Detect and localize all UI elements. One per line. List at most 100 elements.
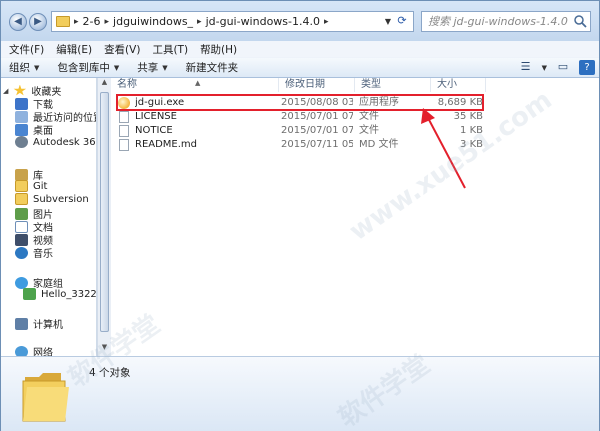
share-button[interactable]: 共享 ▼ xyxy=(137,60,167,75)
folder-icon xyxy=(15,193,28,205)
folder-icon xyxy=(15,180,28,192)
column-header-size[interactable]: 大小 xyxy=(431,78,486,92)
column-header-date[interactable]: 修改日期 xyxy=(279,78,355,92)
file-name: NOTICE xyxy=(135,125,173,136)
chevron-right-icon[interactable]: ▸ xyxy=(324,17,329,27)
navigation-pane: ◢ 收藏夹 下载 最近访问的位置 桌面 Autodesk 360 库 Git S… xyxy=(1,78,97,356)
chevron-down-icon: ▼ xyxy=(162,63,168,72)
back-button[interactable]: ◀ xyxy=(9,13,27,31)
breadcrumb-item[interactable]: jdguiwindows_ xyxy=(113,15,193,28)
menu-edit[interactable]: 编辑(E) xyxy=(56,42,92,57)
file-name: README.md xyxy=(135,139,198,150)
scrollbar-thumb[interactable] xyxy=(100,92,109,332)
library-icon xyxy=(15,168,28,181)
chevron-down-icon: ▼ xyxy=(113,63,120,72)
forward-button[interactable]: ▶ xyxy=(29,13,47,31)
sidebar-item-subversion[interactable]: Subversion xyxy=(15,193,89,205)
chevron-right-icon: ▸ xyxy=(74,16,79,27)
column-header-type[interactable]: 类型 xyxy=(355,78,431,92)
sidebar-scrollbar[interactable]: ▲ ▼ xyxy=(97,78,111,356)
menu-file[interactable]: 文件(F) xyxy=(9,42,44,57)
chevron-down-icon: ◢ xyxy=(3,86,9,95)
address-bar-row: ◀ ▶ ▸ 2-6 ▸ jdguiwindows_ ▸ jd-gui-windo… xyxy=(1,1,599,41)
column-header-label: 名称 xyxy=(117,79,137,90)
sidebar-item-label: Hello_3322 (HEL xyxy=(41,288,97,300)
scroll-up-icon[interactable]: ▲ xyxy=(98,78,111,91)
menu-help[interactable]: 帮助(H) xyxy=(200,42,237,57)
file-date: 2015/07/01 07:5... xyxy=(281,111,353,122)
annotation-arrow-icon xyxy=(421,108,466,189)
search-input[interactable]: 搜索 jd-gui-windows-1.4.0 xyxy=(421,11,591,32)
file-date: 2015/07/01 07:5... xyxy=(281,125,353,136)
sort-arrow-icon: ▲ xyxy=(195,79,201,87)
file-name: LICENSE xyxy=(135,111,177,122)
menu-bar: 文件(F) 编辑(E) 查看(V) 工具(T) 帮助(H) xyxy=(1,41,599,57)
include-library-button[interactable]: 包含到库中 ▼ xyxy=(57,60,119,75)
command-bar: 组织 ▼ 包含到库中 ▼ 共享 ▼ 新建文件夹 ☰ ▼ ▭ ? xyxy=(1,57,599,78)
sidebar-item-label: Subversion xyxy=(33,193,89,205)
recent-places-icon xyxy=(15,110,28,123)
chevron-right-icon[interactable]: ▸ xyxy=(197,17,202,27)
sidebar-item-autodesk[interactable]: Autodesk 360 xyxy=(15,136,97,148)
menu-view[interactable]: 查看(V) xyxy=(104,42,140,57)
computer-icon xyxy=(15,317,28,330)
sidebar-item-music[interactable]: 音乐 xyxy=(15,245,53,260)
chevron-down-icon[interactable]: ▼ xyxy=(542,64,547,72)
sidebar-item-desktop[interactable]: 桌面 xyxy=(15,122,53,137)
address-bar[interactable]: ▸ 2-6 ▸ jdguiwindows_ ▸ jd-gui-windows-1… xyxy=(51,11,414,32)
chevron-down-icon[interactable]: ▼ xyxy=(385,17,391,26)
download-icon xyxy=(15,97,28,110)
file-icon xyxy=(119,139,129,151)
file-icon xyxy=(119,125,129,137)
music-icon xyxy=(15,246,28,259)
star-icon xyxy=(13,84,27,96)
pictures-icon xyxy=(15,207,28,220)
chevron-down-icon: ▼ xyxy=(34,63,40,72)
folder-icon xyxy=(56,16,70,27)
preview-pane-icon[interactable]: ▭ xyxy=(555,60,571,75)
search-icon xyxy=(574,15,587,28)
sidebar-item-label: Autodesk 360 xyxy=(33,136,97,148)
details-pane: 4 个对象 xyxy=(1,356,599,431)
desktop-icon xyxy=(15,123,28,136)
view-controls: ☰ ▼ ▭ ? xyxy=(518,60,595,75)
sidebar-item-network[interactable]: 网络 xyxy=(15,344,53,356)
column-header-name[interactable]: ▲ 名称 xyxy=(111,78,279,92)
file-icon xyxy=(119,111,129,123)
column-header-label: 大小 xyxy=(437,79,457,90)
breadcrumb-item[interactable]: jd-gui-windows-1.4.0 xyxy=(206,15,320,28)
chevron-right-icon[interactable]: ▸ xyxy=(105,17,110,27)
share-label: 共享 xyxy=(137,62,159,74)
new-folder-button[interactable]: 新建文件夹 xyxy=(186,60,239,75)
sidebar-item-label: 网络 xyxy=(33,348,53,356)
videos-icon xyxy=(15,233,28,246)
autodesk-icon xyxy=(15,136,28,148)
organize-button[interactable]: 组织 ▼ xyxy=(9,60,39,75)
sidebar-item-homegroup-user[interactable]: Hello_3322 (HEL xyxy=(23,288,97,300)
homegroup-icon xyxy=(15,276,28,289)
documents-icon xyxy=(15,220,28,233)
view-options-icon[interactable]: ☰ xyxy=(518,60,534,75)
column-header-label: 修改日期 xyxy=(285,79,325,90)
file-list: ▲ 名称 修改日期 类型 大小 jd-gui.exe 2015/08/08 03… xyxy=(111,78,599,356)
help-icon[interactable]: ? xyxy=(579,60,595,75)
organize-label: 组织 xyxy=(9,62,30,74)
scroll-down-icon[interactable]: ▼ xyxy=(98,343,111,356)
new-folder-label: 新建文件夹 xyxy=(185,62,239,74)
column-header-label: 类型 xyxy=(361,79,381,90)
sidebar-item-git[interactable]: Git xyxy=(15,180,47,192)
sidebar-item-label: Git xyxy=(33,180,48,192)
item-count: 4 个对象 xyxy=(89,367,131,379)
breadcrumb-item[interactable]: 2-6 xyxy=(83,15,101,28)
search-placeholder: 搜索 jd-gui-windows-1.4.0 xyxy=(428,15,568,28)
menu-tools[interactable]: 工具(T) xyxy=(152,42,188,57)
include-library-label: 包含到库中 xyxy=(57,62,110,74)
user-icon xyxy=(23,288,36,300)
network-icon xyxy=(15,345,28,356)
explorer-window: ◀ ▶ ▸ 2-6 ▸ jdguiwindows_ ▸ jd-gui-windo… xyxy=(0,0,600,431)
sidebar-item-label: 音乐 xyxy=(33,249,53,260)
refresh-icon[interactable]: ⟳ xyxy=(394,14,410,29)
sidebar-item-computer[interactable]: 计算机 xyxy=(15,316,63,331)
folder-icon xyxy=(22,373,69,422)
sidebar-item-label: 桌面 xyxy=(33,126,53,137)
